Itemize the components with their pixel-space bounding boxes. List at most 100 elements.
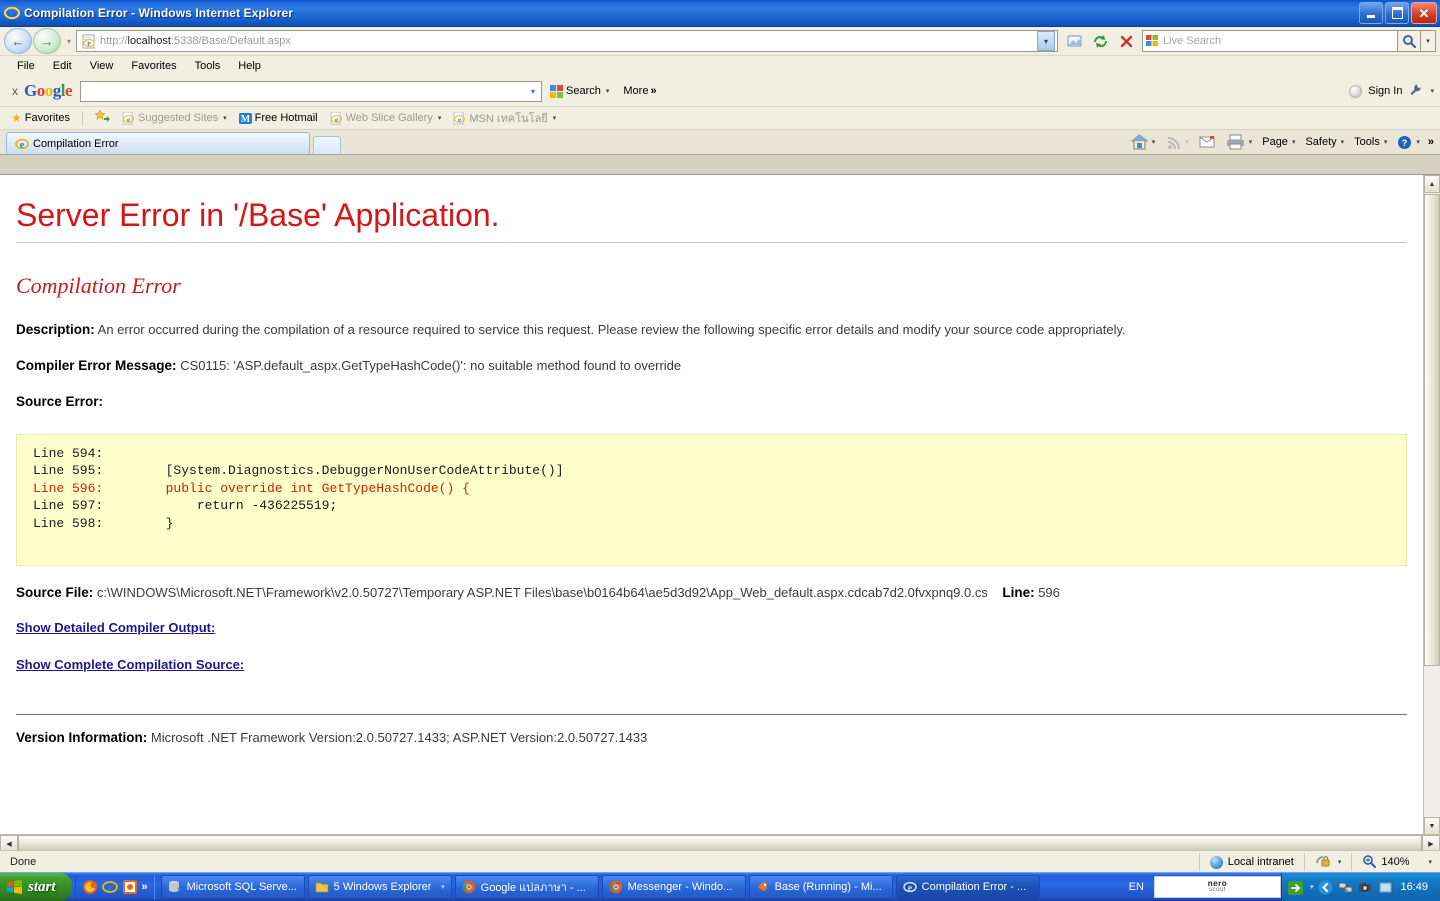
chevron-down-icon[interactable]: ▾ [525, 87, 541, 96]
chevron-down-icon[interactable]: ▾ [1249, 138, 1253, 146]
camera-icon[interactable] [1358, 880, 1373, 895]
chevron-down-icon[interactable]: ▾ [441, 883, 445, 891]
help-button[interactable]: ? ▾ [1393, 134, 1424, 151]
favorites-button[interactable]: ★ Favorites [6, 110, 75, 126]
safety-menu[interactable]: Safety ▾ [1301, 135, 1348, 149]
url-input[interactable]: e http://localhost:5338/Base/Default.asp… [76, 30, 1058, 52]
favorite-free-hotmail[interactable]: M Free Hotmail [234, 111, 323, 126]
tools-menu[interactable]: Tools ▾ [1350, 135, 1391, 149]
favorite-web-slice-gallery[interactable]: e Web Slice Gallery ▾ [325, 111, 447, 126]
chevron-down-icon[interactable]: ▾ [438, 114, 442, 122]
compatibility-view-icon[interactable] [1062, 29, 1086, 53]
page-title: Server Error in '/Base' Application. [16, 197, 500, 233]
task-button-messenger[interactable]: Messenger - Windo... [601, 875, 746, 899]
show-detailed-compiler-output-link[interactable]: Show Detailed Compiler Output: [16, 620, 1407, 635]
new-tab-button[interactable] [313, 136, 341, 154]
menu-help[interactable]: Help [229, 58, 270, 74]
task-button-sql-server[interactable]: Microsoft SQL Serve... [160, 875, 305, 899]
chevron-down-icon[interactable]: ▾ [223, 114, 227, 122]
minimize-button[interactable] [1359, 2, 1383, 24]
task-label: Google แปลภาษา - ... [480, 882, 586, 894]
task-button-compilation-error[interactable]: e Compilation Error - ... [895, 875, 1040, 899]
google-search-input[interactable]: ▾ [80, 80, 543, 102]
close-button[interactable]: ✕ [1411, 2, 1437, 24]
quick-launch-overflow[interactable]: » [142, 881, 148, 893]
stop-icon[interactable] [1114, 29, 1138, 53]
chevron-down-icon[interactable]: ▾ [1416, 138, 1420, 146]
hotmail-icon: M [238, 112, 252, 125]
task-button-google-translate[interactable]: Google แปลภาษา - ... [454, 875, 599, 899]
search-provider-dropdown[interactable]: ▾ [1421, 30, 1436, 52]
read-mail-button[interactable] [1195, 134, 1220, 150]
recent-pages-dropdown[interactable]: ▾ [62, 37, 76, 46]
sql-server-icon [168, 880, 182, 894]
ie-icon[interactable]: e [101, 879, 118, 895]
window-title: Compilation Error - Windows Internet Exp… [24, 6, 294, 20]
language-indicator[interactable]: EN [1119, 881, 1154, 893]
back-tray-icon[interactable] [1318, 880, 1333, 895]
zoom-control[interactable]: 140% ▾ [1351, 853, 1440, 871]
horizontal-scrollbar[interactable]: ◀ ▶ [0, 834, 1440, 853]
status-bar: Done Local intranet ▾ 140% ▾ [0, 850, 1440, 873]
chevron-down-icon: ▾ [1185, 139, 1189, 146]
add-to-favorites-bar-button[interactable] [90, 108, 115, 128]
home-button[interactable]: ▾ [1127, 133, 1160, 151]
svg-text:e: e [87, 39, 91, 48]
search-button[interactable] [1398, 30, 1421, 52]
google-sign-in[interactable]: Sign In ▾ [1349, 83, 1434, 100]
close-toolbar-icon[interactable]: x [6, 84, 24, 98]
command-bar-overflow[interactable]: » [1428, 136, 1434, 148]
menu-tools[interactable]: Tools [186, 58, 230, 74]
refresh-icon[interactable] [1088, 29, 1112, 53]
protected-mode[interactable]: ▾ [1303, 853, 1352, 871]
task-button-base-running[interactable]: Base (Running) - Mi... [748, 875, 893, 899]
show-complete-compilation-source-link[interactable]: Show Complete Compilation Source: [16, 657, 1407, 672]
search-input[interactable]: Live Search [1142, 30, 1398, 52]
chevron-down-icon[interactable]: ▾ [1152, 138, 1156, 146]
vertical-scrollbar[interactable]: ▲ ▼ [1423, 175, 1440, 835]
security-zone[interactable]: Local intranet [1198, 853, 1304, 871]
source-error-heading: Source Error: [16, 393, 1407, 411]
chevron-down-icon[interactable]: ▾ [553, 114, 557, 122]
page-menu[interactable]: Page ▾ [1258, 135, 1299, 149]
svg-text:e: e [458, 116, 461, 124]
menu-favorites[interactable]: Favorites [122, 58, 185, 74]
screen-icon[interactable] [1378, 880, 1393, 895]
network-icon[interactable] [1338, 880, 1353, 895]
favorite-label: Free Hotmail [254, 112, 318, 124]
scroll-down-button[interactable]: ▼ [1424, 817, 1440, 835]
back-button[interactable]: ← [4, 28, 32, 54]
firefox-icon[interactable] [82, 879, 98, 895]
chevron-down-icon[interactable]: ▾ [1338, 858, 1342, 866]
task-button-windows-explorer[interactable]: 5 Windows Explorer ▾ [307, 875, 452, 899]
menu-view[interactable]: View [81, 58, 123, 74]
media-icon[interactable] [122, 879, 138, 895]
wrench-icon[interactable] [1408, 83, 1422, 100]
menu-file[interactable]: File [8, 58, 44, 74]
horizontal-scroll-thumb[interactable] [18, 835, 1422, 851]
chevron-down-icon[interactable]: ▾ [1310, 883, 1314, 891]
print-button[interactable]: ▾ [1222, 133, 1257, 151]
feeds-button[interactable]: ▾ [1161, 134, 1193, 151]
chevron-down-icon[interactable]: ▾ [606, 87, 610, 95]
menu-edit[interactable]: Edit [44, 58, 81, 74]
favorite-msn-technology[interactable]: e MSN เทคโนโลยี ▾ [448, 108, 561, 128]
show-desktop-icon[interactable] [1287, 880, 1303, 895]
vertical-scroll-thumb[interactable] [1424, 194, 1440, 666]
code-line: Line 598: } [33, 515, 174, 531]
maximize-button[interactable] [1385, 2, 1409, 24]
page-viewport: Server Error in '/Base' Application. Com… [0, 174, 1440, 835]
favorite-suggested-sites[interactable]: e Suggested Sites ▾ [117, 111, 232, 126]
tab-compilation-error[interactable]: e Compilation Error [6, 132, 310, 154]
security-zone-label: Local intranet [1227, 856, 1294, 868]
google-search-button[interactable]: Search ▾ [550, 84, 610, 98]
chevron-down-icon[interactable]: ▾ [1430, 87, 1434, 95]
forward-button[interactable]: → [33, 28, 61, 54]
start-button[interactable]: start [0, 873, 72, 901]
scroll-up-button[interactable]: ▲ [1424, 175, 1440, 193]
nero-scout-toolbar[interactable]: nero scout [1153, 876, 1281, 898]
url-dropdown-button[interactable]: ▾ [1037, 31, 1055, 51]
google-more-button[interactable]: More » [623, 85, 656, 97]
chevron-down-icon[interactable]: ▾ [1428, 858, 1432, 866]
clock[interactable]: 16:49 [1398, 881, 1434, 893]
